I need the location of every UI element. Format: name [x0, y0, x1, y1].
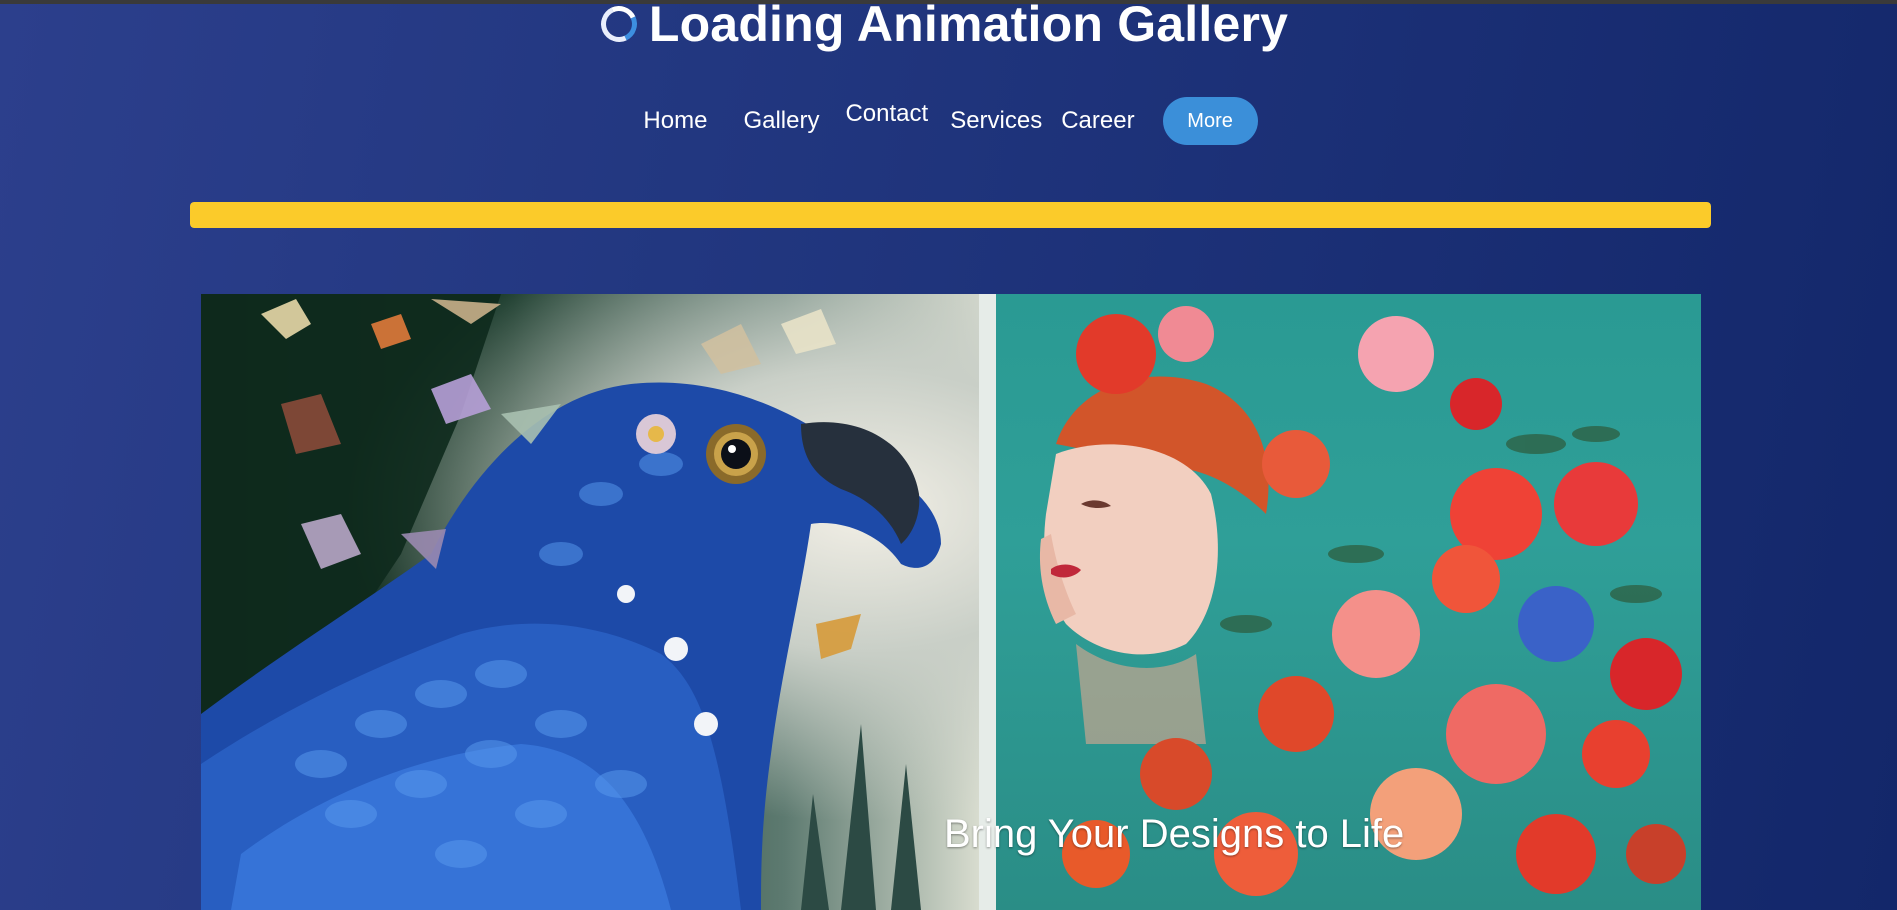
- nav-link-home[interactable]: Home: [643, 107, 707, 135]
- more-button[interactable]: More: [1162, 97, 1258, 145]
- blue-bird-illustration: [201, 294, 941, 910]
- main-nav: Home Gallery Contact Services Career Mor…: [0, 97, 1897, 145]
- page-title: Loading Animation Gallery: [648, 0, 1289, 52]
- loading-spinner-icon: [595, 0, 642, 48]
- brand[interactable]: Loading Animation Gallery: [595, 0, 1289, 52]
- progress-bar: [190, 202, 1711, 228]
- gallery-image-bird[interactable]: [201, 294, 979, 910]
- gallery-caption: Bring Your Designs to Life: [944, 812, 1405, 856]
- nav-link-gallery[interactable]: Gallery: [743, 107, 819, 135]
- nav-link-career[interactable]: Career: [1061, 107, 1134, 135]
- nav-link-contact[interactable]: Contact: [845, 100, 928, 128]
- site-header: Loading Animation Gallery: [0, 0, 1897, 52]
- nav-link-services[interactable]: Services: [950, 107, 1042, 135]
- progress-bar-fill: [190, 202, 1711, 228]
